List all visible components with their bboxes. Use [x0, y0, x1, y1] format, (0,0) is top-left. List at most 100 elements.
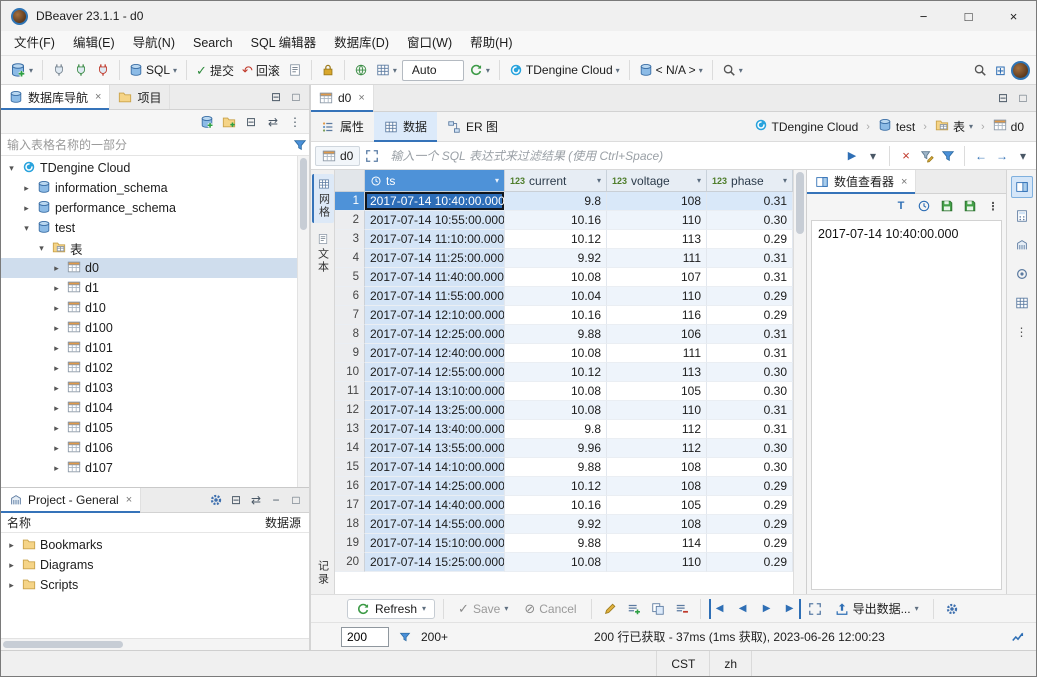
cell-current-15[interactable]: 9.88 — [505, 458, 607, 477]
chevron-right-icon[interactable]: ▸ — [50, 463, 63, 474]
duplicate-row-button[interactable] — [648, 599, 668, 619]
cell-ts-11[interactable]: 2017-07-14 13:10:00.000 — [365, 382, 505, 401]
tab-value-viewer[interactable]: 数值查看器 × — [807, 170, 916, 193]
cell-voltage-18[interactable]: 108 — [607, 515, 707, 534]
fetch-size-input[interactable] — [341, 627, 389, 647]
cell-voltage-2[interactable]: 110 — [607, 211, 707, 230]
navigator-scrollbar[interactable] — [297, 156, 309, 487]
cell-current-12[interactable]: 10.08 — [505, 401, 607, 420]
commit-button[interactable]: ✓提交 — [193, 60, 237, 81]
cell-phase-15[interactable]: 0.30 — [707, 458, 793, 477]
menu-database[interactable]: 数据库(D) — [325, 31, 398, 55]
cell-current-9[interactable]: 10.08 — [505, 344, 607, 363]
filter-funnel-icon[interactable] — [291, 136, 309, 154]
clear-filter-icon[interactable]: × — [897, 147, 915, 165]
current-filter-dropdown[interactable]: ▾ — [597, 176, 601, 185]
cell-current-5[interactable]: 10.08 — [505, 268, 607, 287]
editor-minimize-icon[interactable]: ⊟ — [994, 89, 1012, 107]
chevron-right-icon[interactable]: ▸ — [50, 363, 63, 374]
column-header-current[interactable]: 123 current ▾ — [505, 170, 607, 191]
format-value-button[interactable]: T — [892, 197, 910, 215]
breadcrumb-item-test[interactable]: test — [874, 116, 919, 137]
minimize-button[interactable]: − — [901, 1, 946, 31]
cell-ts-14[interactable]: 2017-07-14 13:55:00.000 — [365, 439, 505, 458]
cell-current-16[interactable]: 10.12 — [505, 477, 607, 496]
tree-item-TDengine Cloud[interactable]: ▾TDengine Cloud — [1, 158, 297, 178]
network-globe-button[interactable] — [351, 61, 371, 79]
breadcrumb-item-d0[interactable]: d0 — [989, 116, 1028, 137]
cell-current-17[interactable]: 10.16 — [505, 496, 607, 515]
cell-voltage-16[interactable]: 108 — [607, 477, 707, 496]
value-panel-menu-icon[interactable]: ⋮ — [984, 197, 1002, 215]
cell-voltage-20[interactable]: 110 — [607, 553, 707, 572]
close-project-tab-icon[interactable]: × — [126, 494, 132, 506]
refresh-transaction-button[interactable]: ▾ — [466, 61, 493, 79]
export-dropdown[interactable]: ▾ — [915, 604, 919, 613]
reconnect-button[interactable] — [71, 61, 91, 79]
link-with-editor-icon[interactable]: ⇄ — [264, 113, 282, 131]
cell-current-11[interactable]: 10.08 — [505, 382, 607, 401]
chevron-right-icon[interactable]: ▸ — [20, 203, 33, 214]
cell-phase-17[interactable]: 0.29 — [707, 496, 793, 515]
row-number-13[interactable]: 13 — [335, 420, 365, 439]
tab-database-navigator[interactable]: 数据库导航 × — [1, 85, 110, 109]
delete-row-button[interactable] — [672, 599, 692, 619]
cell-ts-12[interactable]: 2017-07-14 13:25:00.000 — [365, 401, 505, 420]
breadcrumb-item-表[interactable]: 表▾ — [931, 116, 977, 137]
previous-row-button[interactable]: ◀ — [733, 599, 753, 619]
tab-properties[interactable]: 属性 — [311, 112, 374, 141]
focus-cell-button[interactable] — [805, 599, 825, 619]
maximize-panel-icon[interactable]: □ — [287, 88, 305, 106]
cell-ts-7[interactable]: 2017-07-14 12:10:00.000 — [365, 306, 505, 325]
cell-voltage-6[interactable]: 110 — [607, 287, 707, 306]
chevron-right-icon[interactable]: ▸ — [50, 443, 63, 454]
cell-ts-3[interactable]: 2017-07-14 11:10:00.000 — [365, 230, 505, 249]
tree-item-test[interactable]: ▾test — [1, 218, 297, 238]
tree-item-d101[interactable]: ▸d101 — [1, 338, 297, 358]
readonly-lock-button[interactable] — [318, 61, 338, 79]
tree-item-表[interactable]: ▾表 — [1, 238, 297, 258]
grid-corner-cell[interactable] — [335, 170, 365, 191]
column-datasource-header[interactable]: 数据源 — [265, 514, 303, 531]
row-number-9[interactable]: 9 — [335, 344, 365, 363]
cell-ts-2[interactable]: 2017-07-14 10:55:00.000 — [365, 211, 505, 230]
cell-phase-2[interactable]: 0.30 — [707, 211, 793, 230]
cell-ts-15[interactable]: 2017-07-14 14:10:00.000 — [365, 458, 505, 477]
tree-item-information_schema[interactable]: ▸information_schema — [1, 178, 297, 198]
filter-history-dropdown[interactable]: ▾ — [864, 147, 882, 165]
cell-current-3[interactable]: 10.12 — [505, 230, 607, 249]
menu-navigate[interactable]: 导航(N) — [124, 31, 184, 55]
toggle-calc-panel-button[interactable] — [1011, 205, 1033, 227]
cell-phase-11[interactable]: 0.30 — [707, 382, 793, 401]
cell-current-14[interactable]: 9.96 — [505, 439, 607, 458]
tab-data[interactable]: 数据 — [374, 112, 437, 141]
chevron-right-icon[interactable]: ▸ — [50, 263, 63, 274]
panel-strip-menu-icon[interactable]: ⋮ — [1011, 321, 1033, 343]
row-number-17[interactable]: 17 — [335, 496, 365, 515]
set-datetime-button[interactable] — [915, 197, 933, 215]
connection-selector[interactable]: TDengine Cloud▾ — [506, 61, 623, 79]
tree-item-d105[interactable]: ▸d105 — [1, 418, 297, 438]
breadcrumb-dropdown[interactable]: ▾ — [969, 122, 973, 131]
cell-ts-10[interactable]: 2017-07-14 12:55:00.000 — [365, 363, 505, 382]
cell-phase-20[interactable]: 0.29 — [707, 553, 793, 572]
transaction-log-button[interactable] — [285, 61, 305, 79]
table-filter-input[interactable] — [1, 134, 291, 155]
tree-item-performance_schema[interactable]: ▸performance_schema — [1, 198, 297, 218]
tree-item-d107[interactable]: ▸d107 — [1, 458, 297, 478]
history-back-button[interactable]: ← — [972, 147, 990, 165]
breadcrumb-item-TDengine Cloud[interactable]: TDengine Cloud — [750, 116, 863, 137]
cell-voltage-10[interactable]: 113 — [607, 363, 707, 382]
cell-phase-7[interactable]: 0.29 — [707, 306, 793, 325]
transaction-mode-combo[interactable]: Auto — [402, 60, 464, 81]
cell-phase-9[interactable]: 0.31 — [707, 344, 793, 363]
cell-ts-6[interactable]: 2017-07-14 11:55:00.000 — [365, 287, 505, 306]
new-connection-button[interactable]: ▾ — [7, 60, 36, 80]
perspective-button[interactable]: ⊞ — [992, 62, 1009, 79]
cell-voltage-7[interactable]: 116 — [607, 306, 707, 325]
editor-maximize-icon[interactable]: □ — [1014, 89, 1032, 107]
row-number-2[interactable]: 2 — [335, 211, 365, 230]
editor-tab-d0[interactable]: d0 × — [311, 85, 374, 111]
tree-item-d100[interactable]: ▸d100 — [1, 318, 297, 338]
menu-search[interactable]: Search — [184, 31, 242, 55]
